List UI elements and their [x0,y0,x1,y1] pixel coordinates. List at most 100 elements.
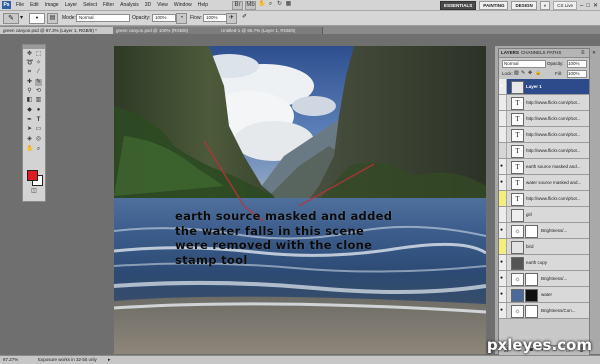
bridge-icon[interactable]: Br [232,1,243,10]
tools-panel-grip[interactable] [23,45,45,49]
tool-preset-picker[interactable]: ✎ [3,13,19,24]
eye-icon[interactable]: ● [500,292,504,297]
dodge-tool-icon[interactable]: ● [35,107,42,114]
blur-tool-icon[interactable]: ◆ [26,107,33,114]
history-brush-tool-icon[interactable]: ⟲ [35,88,42,95]
tab-untitled-1[interactable]: Untitled-1 @ 66.7% (Layer 1, RGB/8) [218,27,323,34]
lock-transparency-icon[interactable]: ▧ [514,70,519,76]
panel-collapse-icon[interactable]: « [590,50,598,58]
layer-row[interactable]: T http://www.flickr.com/phot... [499,95,589,111]
menu-file[interactable]: File [16,2,24,8]
menu-view[interactable]: View [157,2,168,8]
quick-select-tool-icon[interactable]: ✧ [35,60,42,67]
gradient-tool-icon[interactable]: ▥ [35,97,42,104]
foreground-color-swatch[interactable] [27,170,38,181]
lock-position-icon[interactable]: ✥ [528,70,532,76]
layer-opacity-field[interactable]: 100% [567,60,587,68]
quick-mask-icon[interactable]: ◫ [26,188,42,195]
eye-icon[interactable]: ● [500,260,504,265]
brush-preset-picker[interactable]: • [29,13,45,24]
cs-live-button[interactable]: CS Live [553,1,577,10]
workspace-design-button[interactable]: DESIGN [511,1,537,10]
layer-row[interactable]: T http://www.flickr.com/phot... [499,191,589,207]
tab-green-canyon-87[interactable]: green canyon.psd @ 87.3% (Layer 1, RGB/8… [0,27,115,34]
menu-select[interactable]: Select [83,2,97,8]
menu-analysis[interactable]: Analysis [120,2,139,8]
blend-mode-select[interactable]: Normal [502,60,546,68]
eye-icon[interactable]: ● [500,228,504,233]
layer-row[interactable]: girl [499,207,589,223]
path-selection-tool-icon[interactable]: ➤ [26,126,33,133]
pressure-size-icon[interactable]: ✐ [240,13,249,22]
menu-edit[interactable]: Edit [30,2,39,8]
menu-image[interactable]: Image [45,2,59,8]
lock-pixels-icon[interactable]: ✎ [521,70,525,76]
more-workspaces-button[interactable]: » [539,1,551,10]
flow-field[interactable]: 100% [203,14,227,22]
tab-green-canyon-100[interactable]: green canyon.psd @ 100% (RGB/8) [113,27,220,34]
3d-rotate-tool-icon[interactable]: ◈ [26,136,33,143]
layer-row[interactable]: T http://www.flickr.com/phot... [499,143,589,159]
layer-row[interactable]: ● ☼ Brightness/... [499,271,589,287]
tab-layers[interactable]: LAYERS [501,50,519,56]
layer-row[interactable]: ● ☼ Brightness/Con... [499,303,589,319]
eyedropper-tool-icon[interactable]: ⁄ [35,69,42,76]
eye-icon[interactable]: ● [500,164,504,169]
dropdown-arrow-icon[interactable]: ▾ [20,14,23,21]
close-icon[interactable]: ✕ [593,2,598,9]
layer-row[interactable]: ● T water source masked and... [499,175,589,191]
eye-icon[interactable]: ● [500,84,504,89]
workspace-essentials-button[interactable]: ESSENTIALS [440,1,477,10]
brush-panel-toggle-icon[interactable]: ▤ [47,13,58,24]
layer-row[interactable]: T http://www.flickr.com/phot... [499,127,589,143]
zoom-icon[interactable]: ⌕ [267,1,274,8]
layer-row[interactable]: ● earth copy [499,255,589,271]
eraser-tool-icon[interactable]: ◧ [26,97,33,104]
mode-select[interactable]: Normal [76,14,130,22]
layer-row[interactable]: ● ☼ Brightness/... [499,223,589,239]
3d-orbit-tool-icon[interactable]: ◎ [35,136,42,143]
fill-field[interactable]: 100% [567,70,587,78]
marquee-tool-icon[interactable]: ⬚ [35,51,42,58]
zoom-tool-icon[interactable]: ⌕ [35,146,42,153]
arrange-documents-icon[interactable]: ▦ [285,1,292,8]
eye-icon[interactable]: ● [500,276,504,281]
minimize-icon[interactable]: – [580,3,583,9]
menu-3d[interactable]: 3D [145,2,151,8]
lasso-tool-icon[interactable]: ➰ [26,60,33,67]
move-tool-icon[interactable]: ✥ [26,51,33,58]
opacity-field[interactable]: 100% [152,14,176,22]
maximize-icon[interactable]: □ [586,3,590,9]
airbrush-icon[interactable]: ✈ [226,13,237,24]
panel-menu-icon[interactable]: ≡ [581,50,585,56]
menu-window[interactable]: Window [174,2,192,8]
crop-tool-icon[interactable]: ⌗ [26,69,33,76]
tab-paths[interactable]: PATHS [547,50,561,56]
hand-icon[interactable]: ✋ [258,1,265,8]
layer-row[interactable]: ● water [499,287,589,303]
hand-tool-icon[interactable]: ✋ [26,146,33,153]
tab-channels[interactable]: CHANNELS [521,50,546,56]
pressure-opacity-icon[interactable]: ◔ [176,13,187,24]
clone-stamp-tool-icon[interactable]: ⚲ [26,88,33,95]
lock-all-icon[interactable]: 🔒 [535,70,541,76]
workspace-painting-button[interactable]: PAINTING [479,1,509,10]
type-tool-icon[interactable]: T [35,117,42,124]
menu-help[interactable]: Help [198,2,208,8]
healing-brush-tool-icon[interactable]: ✚ [26,79,33,86]
menu-layer[interactable]: Layer [65,2,78,8]
layer-row[interactable]: bird [499,239,589,255]
layer-row[interactable]: ● T earth source masked and... [499,159,589,175]
menu-filter[interactable]: Filter [103,2,114,8]
layer-row[interactable]: T http://www.flickr.com/phot... [499,111,589,127]
rotate-view-icon[interactable]: ↻ [276,1,283,8]
eye-icon[interactable]: ● [500,180,504,185]
pen-tool-icon[interactable]: ✒ [26,117,33,124]
lock-label: Lock: [502,71,513,76]
shape-tool-icon[interactable]: ▭ [35,126,42,133]
document-canvas[interactable] [114,46,486,354]
layer-row[interactable]: ● Layer 1 [499,79,589,95]
eye-icon[interactable]: ● [500,308,504,313]
brush-tool-icon[interactable]: ✎ [35,79,42,86]
mini-bridge-icon[interactable]: Mb [245,1,256,10]
